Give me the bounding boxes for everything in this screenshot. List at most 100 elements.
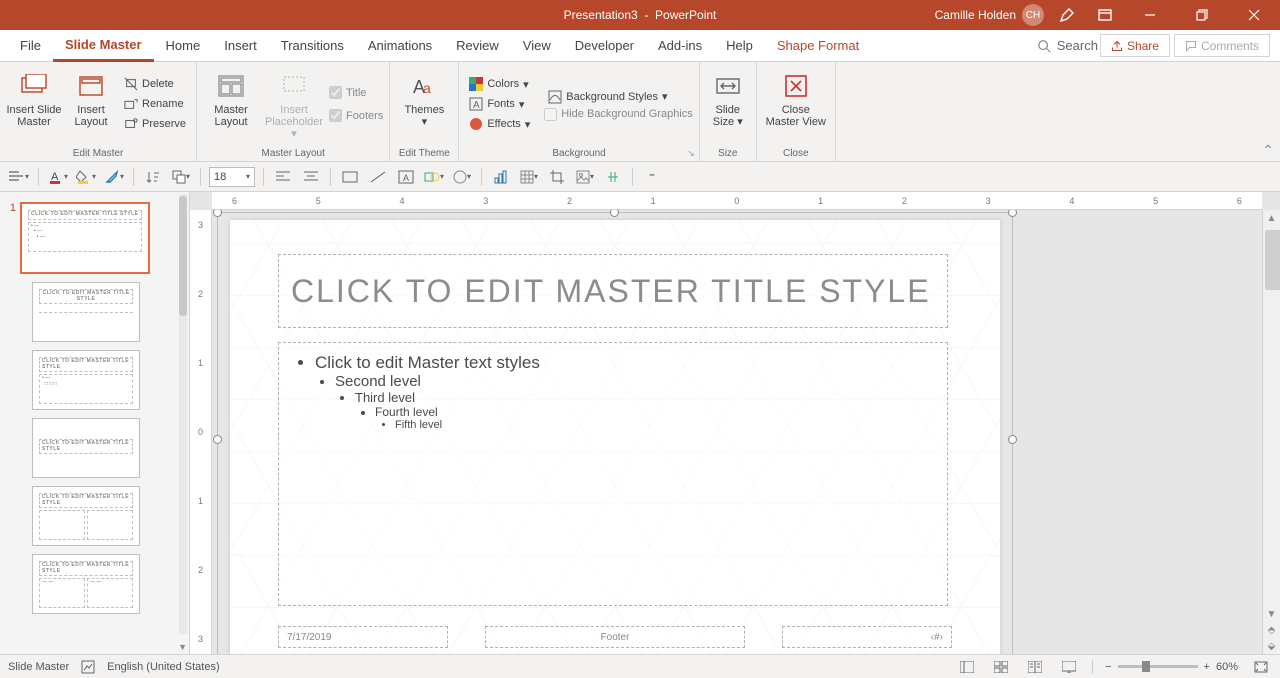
slide-size-button[interactable]: Slide Size ▾ bbox=[706, 66, 750, 142]
canvas[interactable]: Click to edit Master title style Click t… bbox=[212, 210, 1262, 654]
bullet-3: Third level bbox=[355, 390, 931, 405]
tab-file[interactable]: File bbox=[8, 30, 53, 61]
bullet-4: Fourth level bbox=[375, 405, 931, 419]
maximize-button[interactable] bbox=[1180, 0, 1224, 30]
prev-slide-icon[interactable]: ⬘ bbox=[1263, 622, 1280, 638]
normal-view-icon[interactable] bbox=[956, 657, 978, 677]
slide-master-canvas[interactable]: Click to edit Master title style Click t… bbox=[230, 220, 1000, 654]
crop-icon[interactable] bbox=[546, 166, 568, 188]
thumbs-scrollbar[interactable] bbox=[179, 194, 187, 634]
quick-toolbar: ▾ A▾ ▾ ▾ ▾ 18▾ A ▾ ▾ ▾ ▾ ⁼ bbox=[0, 162, 1280, 192]
font-size-input[interactable]: 18▾ bbox=[209, 167, 255, 187]
table-icon[interactable]: ▾ bbox=[518, 166, 540, 188]
align-objects-icon[interactable] bbox=[602, 166, 624, 188]
more-icon[interactable]: ⁼ bbox=[641, 166, 663, 188]
minimize-button[interactable] bbox=[1128, 0, 1172, 30]
comments-button[interactable]: Comments bbox=[1174, 34, 1270, 57]
footers-checkbox[interactable]: Footers bbox=[329, 109, 383, 122]
close-master-view-button[interactable]: Close Master View bbox=[763, 66, 829, 142]
tab-developer[interactable]: Developer bbox=[563, 30, 646, 61]
title-checkbox[interactable]: Title bbox=[329, 86, 383, 99]
share-button[interactable]: Share bbox=[1100, 34, 1170, 57]
group-edit-master: Insert Slide Master Insert Layout Delete… bbox=[0, 62, 197, 161]
status-language[interactable]: English (United States) bbox=[107, 661, 220, 673]
zoom-out-icon[interactable]: − bbox=[1105, 661, 1111, 673]
delete-button[interactable]: Delete bbox=[120, 75, 190, 93]
close-button[interactable] bbox=[1232, 0, 1276, 30]
thumb-layout-3[interactable]: CLICK TO EDIT MASTER TITLE STYLE bbox=[32, 418, 140, 478]
collapse-ribbon-icon[interactable]: ⌃ bbox=[1262, 142, 1274, 159]
vertical-ruler[interactable]: 3210123 bbox=[190, 210, 212, 654]
zoom-slider[interactable] bbox=[1118, 665, 1198, 668]
account-user[interactable]: Camille Holden CH bbox=[935, 4, 1044, 26]
tab-view[interactable]: View bbox=[511, 30, 563, 61]
next-slide-icon[interactable]: ⬙ bbox=[1263, 638, 1280, 654]
insert-layout-button[interactable]: Insert Layout bbox=[66, 66, 116, 142]
font-color-icon[interactable]: A▾ bbox=[47, 166, 69, 188]
picture-icon[interactable]: ▾ bbox=[574, 166, 596, 188]
thumb-layout-2[interactable]: CLICK TO EDIT MASTER TITLE STYLE• — □ □ … bbox=[32, 350, 140, 410]
rename-button[interactable]: Rename bbox=[120, 95, 190, 113]
insert-slide-master-button[interactable]: Insert Slide Master bbox=[6, 66, 62, 142]
colors-button[interactable]: Colors ▾ bbox=[465, 75, 534, 93]
tab-animations[interactable]: Animations bbox=[356, 30, 444, 61]
slide-number-placeholder[interactable]: ‹#› bbox=[782, 626, 952, 648]
align-center-icon[interactable] bbox=[300, 166, 322, 188]
rectangle-shape-icon[interactable] bbox=[339, 166, 361, 188]
background-styles-button[interactable]: Background Styles ▾ bbox=[544, 88, 692, 106]
zoom-in-icon[interactable]: + bbox=[1204, 661, 1210, 673]
pen-icon[interactable] bbox=[1052, 0, 1082, 30]
align-left-icon[interactable] bbox=[272, 166, 294, 188]
themes-button[interactable]: Aa Themes▾ bbox=[396, 66, 452, 142]
reading-view-icon[interactable] bbox=[1024, 657, 1046, 677]
shapes-icon[interactable]: ▾ bbox=[423, 166, 445, 188]
scroll-thumb[interactable] bbox=[1265, 230, 1280, 290]
tab-help[interactable]: Help bbox=[714, 30, 765, 61]
align-menu-icon[interactable]: ▾ bbox=[8, 166, 30, 188]
background-dialog-icon[interactable]: ↘ bbox=[687, 148, 695, 159]
search-box[interactable]: Search bbox=[1037, 30, 1098, 61]
tab-insert[interactable]: Insert bbox=[212, 30, 269, 61]
ribbon-display-icon[interactable] bbox=[1090, 0, 1120, 30]
zoom-level[interactable]: 60% bbox=[1216, 661, 1238, 673]
content-placeholder[interactable]: Click to edit Master text styles Second … bbox=[278, 342, 948, 606]
fill-color-icon[interactable]: ▾ bbox=[75, 166, 97, 188]
tab-home[interactable]: Home bbox=[154, 30, 213, 61]
tab-review[interactable]: Review bbox=[444, 30, 511, 61]
insert-placeholder-button[interactable]: Insert Placeholder ▾ bbox=[263, 66, 325, 142]
fit-window-icon[interactable] bbox=[1250, 657, 1272, 677]
tab-shape-format[interactable]: Shape Format bbox=[765, 30, 871, 61]
textbox-icon[interactable]: A bbox=[395, 166, 417, 188]
thumb-layout-4[interactable]: CLICK TO EDIT MASTER TITLE STYLE bbox=[32, 486, 140, 546]
thumb-slide-master[interactable]: CLICK TO EDIT MASTER TITLE STYLE • — • —… bbox=[20, 202, 150, 274]
line-shape-icon[interactable] bbox=[367, 166, 389, 188]
sort-icon[interactable] bbox=[142, 166, 164, 188]
fonts-button[interactable]: AFonts ▾ bbox=[465, 95, 534, 113]
hide-bg-checkbox[interactable]: Hide Background Graphics bbox=[544, 108, 692, 121]
date-placeholder[interactable]: 7/17/2019 bbox=[278, 626, 448, 648]
horizontal-ruler[interactable]: 6543210123456 bbox=[212, 192, 1262, 210]
tab-transitions[interactable]: Transitions bbox=[269, 30, 356, 61]
chart-icon[interactable] bbox=[490, 166, 512, 188]
preserve-button[interactable]: Preserve bbox=[120, 115, 190, 133]
thumb-layout-5[interactable]: CLICK TO EDIT MASTER TITLE STYLE— —— — bbox=[32, 554, 140, 614]
circle-icon[interactable]: ▾ bbox=[451, 166, 473, 188]
arrange-icon[interactable]: ▾ bbox=[170, 166, 192, 188]
thumbs-scroll-down-icon[interactable]: ▼ bbox=[178, 642, 187, 652]
slide-size-icon bbox=[712, 70, 744, 102]
title-placeholder[interactable]: Click to edit Master title style bbox=[278, 254, 948, 328]
master-layout-button[interactable]: Master Layout bbox=[203, 66, 259, 142]
thumb-layout-1[interactable]: CLICK TO EDIT MASTER TITLESTYLE bbox=[32, 282, 140, 342]
scroll-up-icon[interactable]: ▲ bbox=[1263, 210, 1280, 226]
tab-slide-master[interactable]: Slide Master bbox=[53, 30, 154, 62]
outline-color-icon[interactable]: ▾ bbox=[103, 166, 125, 188]
vertical-scrollbar[interactable]: ▲ ▼ ⬘ ⬙ bbox=[1262, 210, 1280, 654]
slideshow-view-icon[interactable] bbox=[1058, 657, 1080, 677]
accessibility-icon[interactable] bbox=[81, 660, 95, 674]
effects-button[interactable]: Effects ▾ bbox=[465, 115, 534, 133]
zoom-control[interactable]: − + 60% bbox=[1105, 661, 1238, 673]
scroll-down-icon[interactable]: ▼ bbox=[1263, 606, 1280, 622]
sorter-view-icon[interactable] bbox=[990, 657, 1012, 677]
footer-placeholder[interactable]: Footer bbox=[485, 626, 745, 648]
tab-addins[interactable]: Add-ins bbox=[646, 30, 714, 61]
